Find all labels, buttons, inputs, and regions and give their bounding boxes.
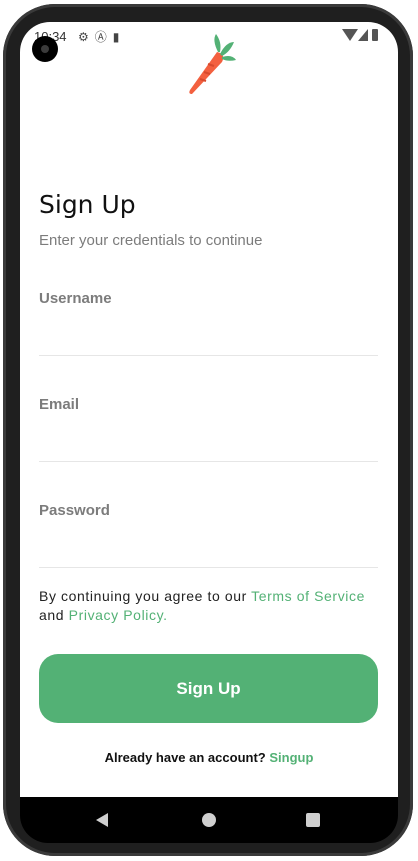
app-screen: 10:34 ⚙Ⓐ▮ Sign Up Enter your credentials… — [20, 22, 398, 798]
privacy-policy-link[interactable]: Privacy Policy. — [69, 607, 168, 623]
terms-of-service-link[interactable]: Terms of Service — [251, 588, 365, 604]
front-camera — [32, 36, 58, 62]
email-label: Email — [39, 396, 80, 413]
page-title: Sign Up — [39, 190, 136, 219]
wifi-icon — [342, 29, 358, 41]
phone-frame: 10:34 ⚙Ⓐ▮ Sign Up Enter your credentials… — [0, 0, 418, 861]
login-link[interactable]: Singup — [269, 750, 313, 765]
home-icon[interactable] — [202, 813, 216, 827]
status-icons: ⚙Ⓐ▮ — [78, 28, 125, 45]
login-prompt-text: Already have an account? — [104, 750, 270, 765]
password-input[interactable] — [39, 537, 378, 568]
login-prompt: Already have an account? Singup — [20, 750, 398, 765]
username-input[interactable] — [39, 325, 378, 356]
recent-apps-icon[interactable] — [306, 813, 320, 827]
signup-button[interactable]: Sign Up — [39, 654, 378, 723]
terms-text: By continuing you agree to our Terms of … — [39, 587, 384, 625]
terms-middle: and — [39, 607, 69, 623]
signal-icon — [358, 29, 368, 41]
a-icon: Ⓐ — [94, 30, 113, 44]
terms-prefix: By continuing you agree to our — [39, 588, 252, 604]
system-nav-bar — [20, 797, 398, 843]
back-icon[interactable] — [96, 813, 108, 827]
email-input[interactable] — [39, 431, 378, 462]
username-label: Username — [39, 290, 112, 307]
password-label: Password — [39, 502, 110, 519]
sd-card-icon: ▮ — [112, 30, 126, 44]
status-right — [342, 29, 382, 41]
carrot-logo-icon — [189, 34, 236, 94]
gear-icon: ⚙ — [78, 30, 95, 44]
page-subtitle: Enter your credentials to continue — [39, 232, 263, 249]
battery-icon — [372, 29, 378, 41]
